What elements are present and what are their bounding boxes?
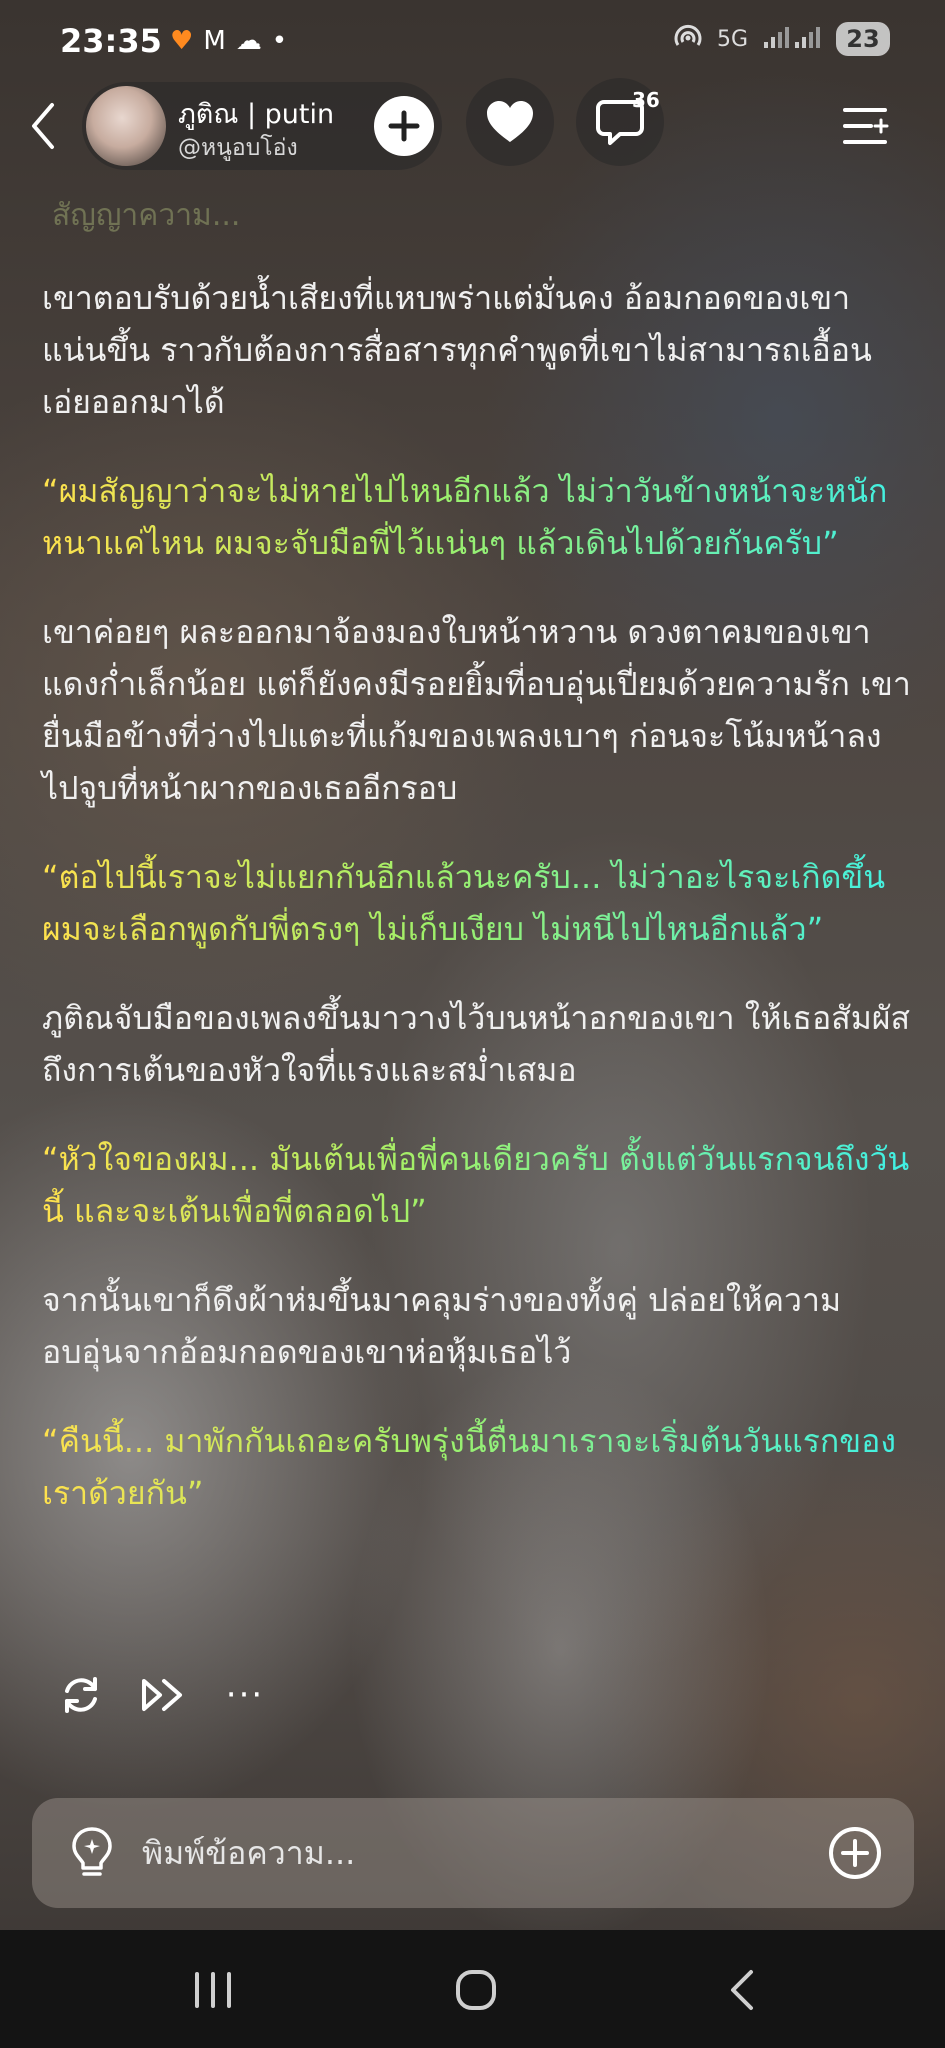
message-actions: ··· bbox=[56, 1670, 270, 1720]
story-paragraph: เขาตอบรับด้วยน้ำเสียงที่แหบพร่าแต่มั่นคง… bbox=[42, 279, 872, 421]
continue-button[interactable] bbox=[138, 1670, 188, 1720]
cloud-icon: ☁ bbox=[235, 26, 262, 56]
like-button[interactable] bbox=[466, 78, 554, 166]
more-icon: ··· bbox=[225, 1675, 265, 1715]
signal-icon bbox=[762, 24, 822, 54]
follow-plus-icon bbox=[388, 110, 420, 142]
story-content: เขาตอบรับด้วยน้ำเสียงที่แหบพร่าแต่มั่นคง… bbox=[42, 272, 912, 1556]
fast-forward-icon bbox=[142, 1679, 182, 1711]
story-dialogue: “ต่อไปนี้เราจะไม่แยกกันอีกแล้วนะครับ... … bbox=[42, 851, 912, 955]
regenerate-button[interactable] bbox=[56, 1670, 106, 1720]
message-input[interactable] bbox=[140, 1822, 744, 1884]
regenerate-icon bbox=[65, 1677, 97, 1713]
more-button[interactable]: ··· bbox=[220, 1670, 270, 1720]
recent-apps-button[interactable] bbox=[173, 1960, 253, 2020]
profile-card[interactable]: ภูติณ | putin @หนูอบโอ่ง bbox=[82, 82, 442, 170]
heart-icon bbox=[487, 101, 533, 142]
comment-count: 36 bbox=[632, 88, 660, 112]
app-notification-icon: ♥ bbox=[170, 26, 194, 56]
profile-handle: @หนูอบโอ่ง bbox=[178, 135, 298, 161]
menu-icon bbox=[843, 108, 889, 144]
nav-back-button[interactable] bbox=[702, 1960, 782, 2020]
lightbulb-icon bbox=[72, 1827, 112, 1876]
add-circle-icon bbox=[829, 1827, 881, 1879]
story-dialogue: “ผมสัญญาว่าจะไม่หายไปไหนอีกแล้ว ไม่ว่าวั… bbox=[42, 465, 912, 569]
avatar[interactable] bbox=[86, 86, 166, 166]
story-paragraph: จากนั้นเขาก็ดึงผ้าห่มขึ้นมาคลุมร่างของทั… bbox=[42, 1281, 842, 1371]
nav-back-icon bbox=[731, 1970, 753, 2010]
hotspot-icon bbox=[673, 23, 703, 55]
profile-name: ภูติณ | putin bbox=[178, 99, 335, 130]
status-time: 23:35 bbox=[60, 22, 162, 60]
dot-icon: • bbox=[271, 26, 288, 56]
status-bar: 23:35 ♥ M ☁ • 5G 23 bbox=[0, 0, 945, 80]
back-icon bbox=[32, 103, 54, 149]
menu-button[interactable] bbox=[836, 96, 896, 156]
home-icon bbox=[456, 1970, 496, 2010]
add-attachment-button[interactable] bbox=[824, 1822, 886, 1884]
battery-indicator: 23 bbox=[836, 22, 890, 56]
gmail-icon: M bbox=[203, 26, 226, 56]
back-button[interactable] bbox=[18, 96, 68, 156]
story-dialogue: “คืนนี้... มาพักกันเถอะครับพรุ่งนี้ตื่นม… bbox=[42, 1415, 912, 1519]
message-composer bbox=[32, 1798, 914, 1908]
status-right: 5G 23 bbox=[673, 22, 890, 56]
story-paragraph: ภูติณจับมือของเพลงขึ้นมาวางไว้บนหน้าอกขอ… bbox=[42, 999, 911, 1089]
follow-button[interactable] bbox=[374, 96, 434, 156]
story-paragraph: เขาค่อยๆ ผละออกมาจ้องมองใบหน้าหวาน ดวงตา… bbox=[42, 613, 911, 807]
chat-header: ภูติณ | putin @หนูอบโอ่ง 36 bbox=[0, 78, 945, 174]
network-type: 5G bbox=[716, 26, 748, 52]
suggestion-button[interactable] bbox=[62, 1822, 122, 1884]
story-dialogue: “หัวใจของผม... มันเต้นเพื่อพี่คนเดียวครั… bbox=[42, 1133, 912, 1237]
notification-icons: ♥ M ☁ • bbox=[170, 26, 287, 56]
system-navigation-bar bbox=[0, 1930, 945, 2048]
faded-previous-text: สัญญาความ... bbox=[52, 198, 241, 233]
home-button[interactable] bbox=[436, 1960, 516, 2020]
recent-apps-icon bbox=[195, 1972, 231, 2008]
